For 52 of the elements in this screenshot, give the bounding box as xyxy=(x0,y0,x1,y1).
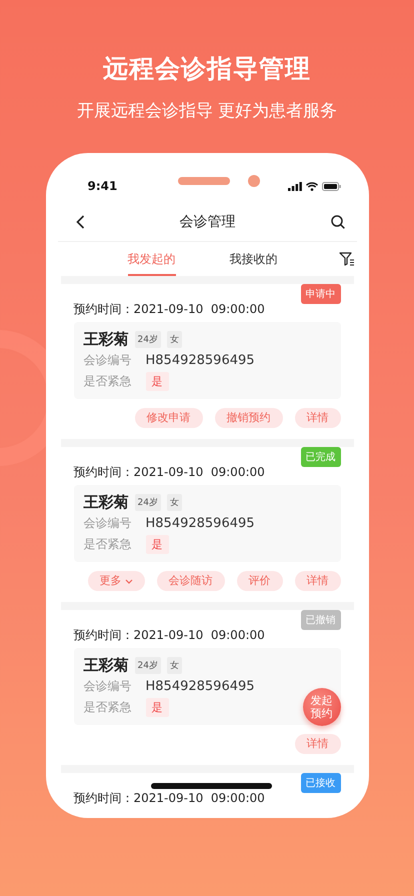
action-button[interactable]: 详情 xyxy=(294,734,340,754)
sex-tag: 女 xyxy=(166,494,182,511)
patient-name: 王彩菊 xyxy=(84,330,128,349)
field-label: 是否紧急 xyxy=(84,699,132,716)
filter-icon[interactable] xyxy=(338,252,354,266)
age-tag: 24岁 xyxy=(134,494,161,511)
urgent-tag: 是 xyxy=(146,372,168,391)
action-button[interactable]: 修改申请 xyxy=(134,408,202,428)
appointment-time: 预约时间：2021-09-10 09:00:00 xyxy=(74,628,266,643)
field-value: H854928596495 xyxy=(146,353,255,368)
age-tag: 24岁 xyxy=(134,657,161,674)
wifi-icon xyxy=(306,182,318,190)
urgent-tag: 是 xyxy=(146,698,168,717)
urgent-tag: 是 xyxy=(146,535,168,554)
field-label: 是否紧急 xyxy=(84,536,132,553)
tab[interactable]: 我发起的 xyxy=(128,242,176,276)
camera-dot xyxy=(248,175,260,187)
sex-tag: 女 xyxy=(166,657,182,674)
appointment-time: 预约时间：2021-09-10 09:00:00 xyxy=(74,465,266,480)
action-button[interactable]: 评价 xyxy=(236,571,282,591)
back-icon[interactable] xyxy=(76,215,84,229)
field-label: 会诊编号 xyxy=(84,515,132,532)
status-tag: 已撤销 xyxy=(300,610,340,630)
field-label: 会诊编号 xyxy=(84,352,132,369)
headline: 远程会诊指导管理 xyxy=(103,53,311,85)
appointment-time: 预约时间：2021-09-10 09:00:00 xyxy=(74,791,266,806)
field-value: H854928596495 xyxy=(146,516,255,531)
signal-icon xyxy=(288,182,302,190)
patient-name: 王彩菊 xyxy=(84,656,128,675)
sex-tag: 女 xyxy=(166,331,182,348)
tab[interactable]: 我接收的 xyxy=(230,242,278,276)
age-tag: 24岁 xyxy=(134,331,161,348)
status-tag: 申请中 xyxy=(300,284,340,304)
caret-icon xyxy=(124,578,132,584)
speaker-pill xyxy=(178,177,230,185)
action-button[interactable]: 会诊随访 xyxy=(156,571,224,591)
status-tag: 已接收 xyxy=(300,773,340,793)
page-title: 会诊管理 xyxy=(180,213,236,231)
status-tag: 已完成 xyxy=(300,447,340,467)
field-value: H854928596495 xyxy=(146,679,255,694)
status-time: 9:41 xyxy=(88,179,118,193)
battery-icon xyxy=(322,182,340,190)
patient-name: 王彩菊 xyxy=(84,493,128,512)
subheadline: 开展远程会诊指导 更好为患者服务 xyxy=(76,100,338,122)
appointment-time: 预约时间：2021-09-10 09:00:00 xyxy=(74,302,266,317)
search-icon[interactable] xyxy=(330,215,344,229)
field-label: 会诊编号 xyxy=(84,678,132,695)
action-button[interactable]: 撤销预约 xyxy=(214,408,282,428)
more-button[interactable]: 更多 xyxy=(88,571,144,591)
action-button[interactable]: 详情 xyxy=(294,408,340,428)
action-button[interactable]: 详情 xyxy=(294,571,340,591)
field-label: 是否紧急 xyxy=(84,373,132,390)
